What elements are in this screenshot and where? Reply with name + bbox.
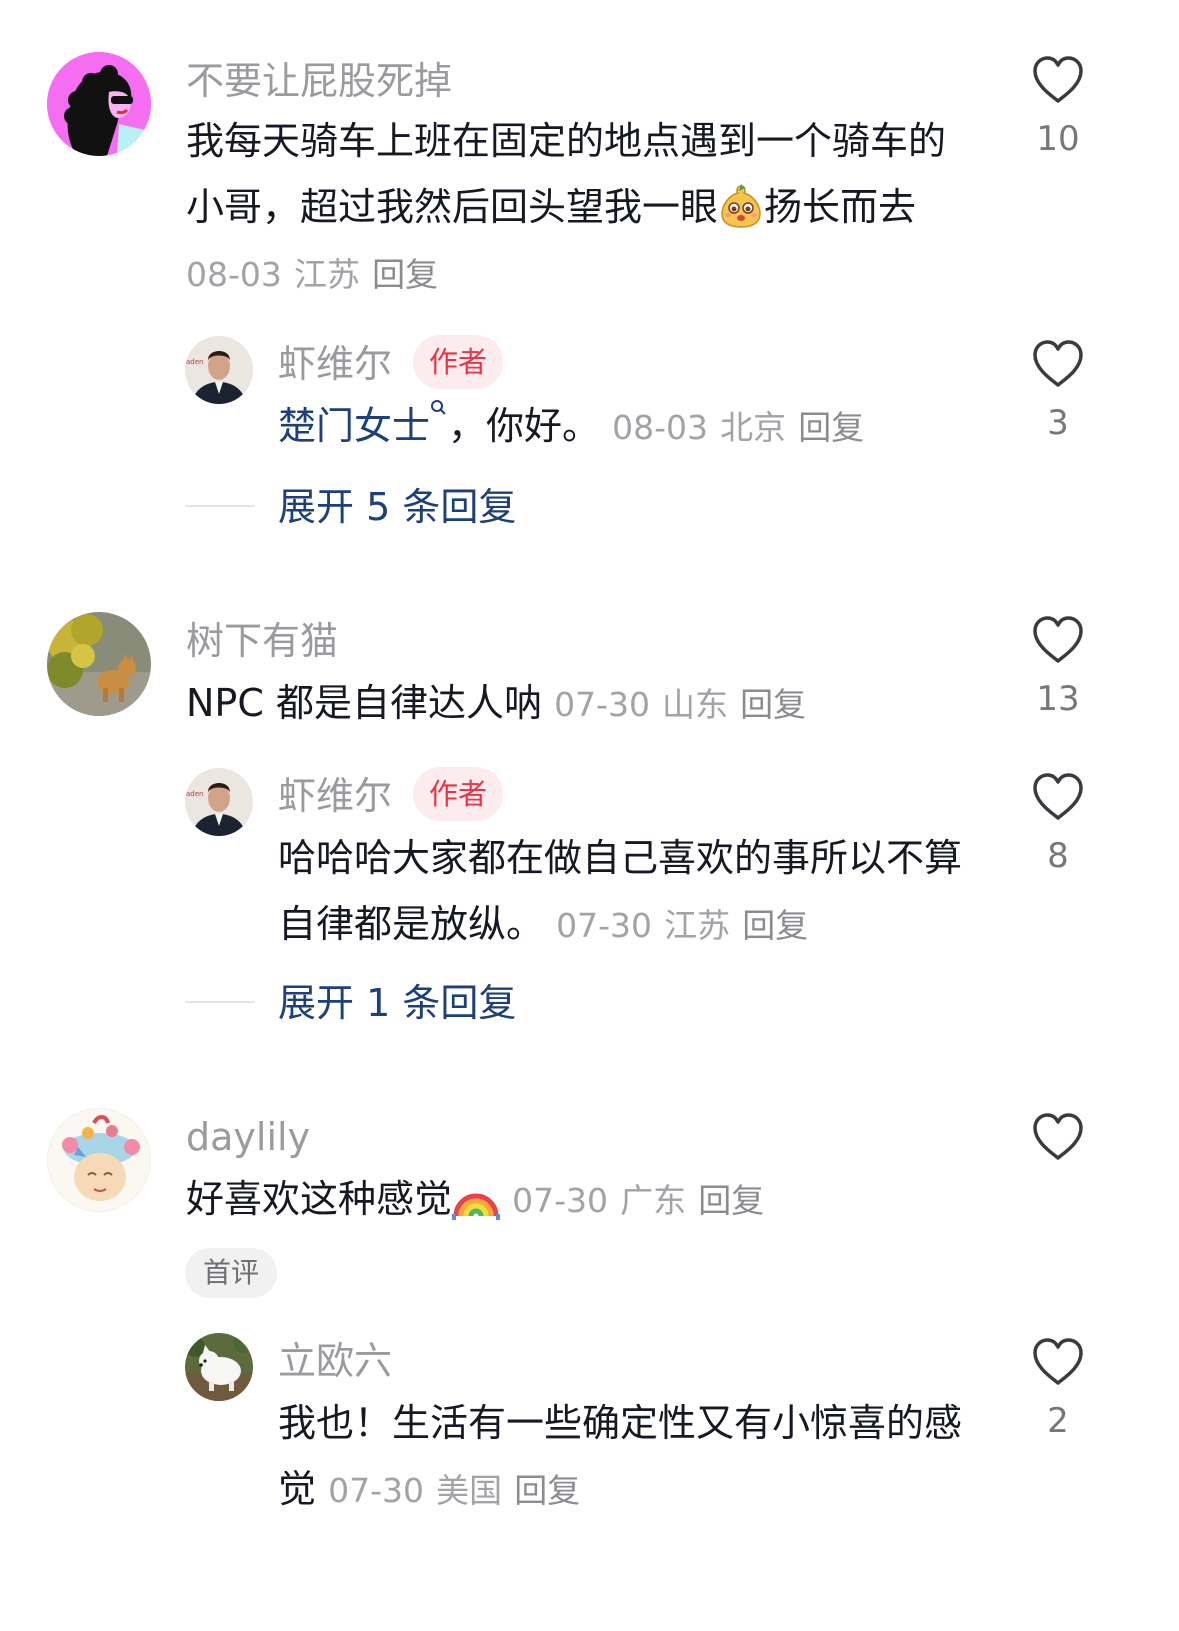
comment-location: 山东 [662,685,729,724]
reply-button[interactable]: 回复 [372,255,438,294]
man-portrait-avatar-image: aden [185,768,253,836]
reply-location: 美国 [436,1471,503,1510]
man-portrait-avatar-image: aden [185,336,253,404]
woman-cartoon-avatar-image [47,52,151,156]
comment-username[interactable]: daylily [186,1118,310,1156]
reply-location: 江苏 [664,906,731,945]
heart-icon [1033,1113,1083,1160]
avatar[interactable] [47,612,151,716]
first-comment-badge: 首评 [185,1248,278,1298]
expand-divider [185,1001,255,1003]
avatar[interactable] [47,52,151,156]
author-tag: 作者 [413,767,504,821]
reply-username[interactable]: 虾维尔 [278,777,392,815]
comment-text-body: 好喜欢这种感觉 [186,1177,453,1221]
reply-button[interactable]: 回复 [742,906,808,945]
heart-icon [1033,340,1083,387]
comment-text: 我每天骑车上班在固定的地点遇到一个骑车的小哥，超过我然后回头望我一眼 扬长而去 … [186,108,976,308]
reply-date: 08-03 [612,408,709,447]
comment-date: 07-30 [512,1181,608,1220]
svg-text:aden: aden [186,790,203,798]
like-button[interactable] [1018,1113,1098,1179]
avatar[interactable]: aden [185,768,253,836]
like-button[interactable]: 8 [1018,773,1098,873]
mention-link[interactable]: 楚门女士 [278,404,430,448]
reply-text-body: ，你好。 [448,404,601,448]
reply-text: 楚门女士 ，你好。 08-03 北京 回复 [278,393,978,461]
comment-text-body: NPC 都是自律达人呐 [186,681,542,725]
avatar[interactable] [185,1333,253,1401]
reply-date: 07-30 [328,1471,424,1510]
like-count: 3 [1047,403,1069,443]
smiling-pear-emoji [721,184,761,228]
search-icon [431,400,446,415]
reply-username[interactable]: 虾维尔 [278,345,392,383]
like-count: 10 [1036,119,1080,159]
heart-icon [1033,616,1083,663]
reply-text: 哈哈哈大家都在做自己喜欢的事所以不算自律都是放纵。 07-30 江苏 回复 [278,825,978,959]
reply-text: 我也！生活有一些确定性又有小惊喜的感觉 07-30 美国 回复 [278,1390,978,1524]
heart-icon [1033,1338,1083,1385]
like-button[interactable]: 13 [1018,616,1098,716]
comment-text: 好喜欢这种感觉 07-30 广东 回复 [186,1166,976,1234]
like-count: 13 [1036,679,1080,719]
expand-replies-button[interactable]: 展开 5 条回复 [278,488,516,526]
heart-icon [1033,773,1083,820]
comment-date: 08-03 [186,255,282,294]
svg-text:aden: aden [186,358,203,366]
heart-icon [1033,56,1083,103]
comment-location: 广东 [620,1181,687,1220]
reply-button[interactable]: 回复 [798,408,864,447]
reply-button[interactable]: 回复 [514,1471,580,1510]
comment-username[interactable]: 不要让屁股死掉 [186,62,452,100]
comment-username[interactable]: 树下有猫 [186,622,338,660]
avatar[interactable] [47,1108,151,1212]
rainbow-emoji [452,1193,501,1220]
reply-button[interactable]: 回复 [698,1181,764,1220]
like-count: 2 [1047,1401,1069,1441]
reply-date: 07-30 [556,906,652,945]
avatar[interactable]: aden [185,336,253,404]
like-count: 8 [1047,836,1069,876]
author-tag: 作者 [413,335,504,389]
reply-location: 北京 [720,408,787,447]
expand-divider [185,505,255,507]
white-dog-avatar-image [185,1333,253,1401]
comment-date: 07-30 [554,685,650,724]
comment-location: 江苏 [293,255,360,294]
expand-replies-button[interactable]: 展开 1 条回复 [278,984,516,1022]
comment-text: NPC 都是自律达人呐 07-30 山东 回复 [186,670,976,738]
reply-username[interactable]: 立欧六 [278,1342,392,1380]
reply-button[interactable]: 回复 [740,685,806,724]
like-button[interactable]: 3 [1018,340,1098,440]
like-button[interactable]: 2 [1018,1338,1098,1438]
illustrated-face-avatar-image [48,1109,150,1211]
comment-text-part2: 扬长而去 [764,185,917,229]
like-button[interactable]: 10 [1018,56,1098,156]
cat-photo-avatar-image [47,612,151,716]
